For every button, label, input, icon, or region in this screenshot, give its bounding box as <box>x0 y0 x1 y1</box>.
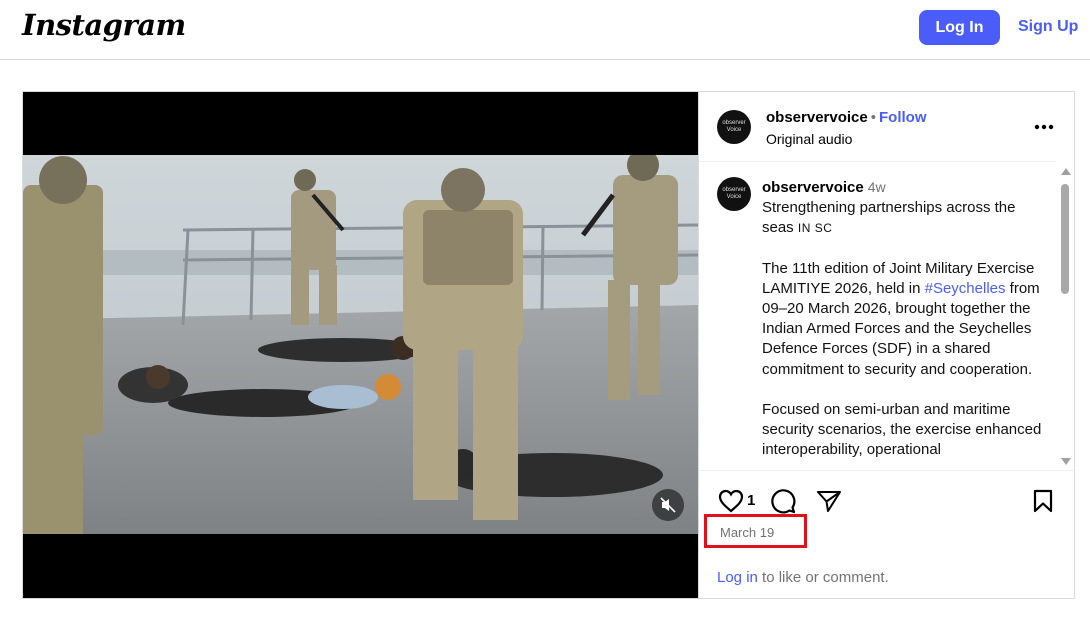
caption-avatar[interactable]: observer Voice <box>717 177 751 211</box>
scroll-up-arrow[interactable] <box>1061 168 1071 175</box>
audio-label[interactable]: Original audio <box>766 131 852 147</box>
caption-time: 4w <box>867 179 886 195</box>
signup-link[interactable]: Sign Up <box>1018 18 1078 36</box>
post-side-panel: observer Voice observervoice • Follow Orig… <box>698 92 1076 598</box>
date-highlight-box: March 19 <box>704 514 807 548</box>
post-actions: 1 March 19 Log in to like or comment. <box>699 470 1076 598</box>
post-header: observer Voice observervoice • Follow Orig… <box>699 92 1056 162</box>
video-frame[interactable] <box>23 155 698 534</box>
post-date[interactable]: March 19 <box>720 525 774 540</box>
more-horizontal-icon <box>1034 124 1054 130</box>
caption-text: observervoice 4w Strengthening partnershi… <box>762 177 1042 460</box>
hashtag-link[interactable]: #Seychelles <box>925 280 1006 297</box>
save-button[interactable] <box>1029 487 1057 515</box>
separator-dot: • <box>870 109 876 126</box>
speaker-muted-icon <box>660 497 676 513</box>
like-count[interactable]: 1 <box>747 492 755 509</box>
post-card: observer Voice observervoice • Follow Orig… <box>22 91 1076 599</box>
login-prompt-text: to like or comment. <box>757 569 889 586</box>
caption-paragraph-3: Focused on semi-urban and maritime secur… <box>762 400 1042 459</box>
more-options-button[interactable] <box>1032 117 1056 137</box>
login-button[interactable]: Log In <box>919 10 1000 45</box>
avatar[interactable]: observer Voice <box>717 110 751 144</box>
username-link[interactable]: observervoice <box>766 109 868 126</box>
caption-line1: Strengthening partnerships across the se… <box>762 198 1042 238</box>
heart-icon <box>718 489 744 513</box>
comment-button[interactable] <box>769 487 797 515</box>
header-name-row: observervoice • Follow <box>766 109 927 126</box>
bookmark-icon <box>1033 489 1053 513</box>
instagram-logo[interactable]: Instagram <box>22 8 186 42</box>
like-button[interactable] <box>717 487 745 515</box>
caption-paragraph-2: The 11th edition of Joint Military Exerc… <box>762 259 1042 380</box>
caption-first-line: observervoice 4w <box>762 177 1042 198</box>
share-button[interactable] <box>815 487 843 515</box>
mute-button[interactable] <box>652 489 684 521</box>
video-still-image <box>23 155 698 534</box>
paper-plane-icon <box>817 491 841 512</box>
caption-scrollbar[interactable] <box>1057 168 1073 468</box>
video-player[interactable] <box>23 92 698 598</box>
login-prompt: Log in to like or comment. <box>717 569 889 586</box>
comment-icon <box>771 489 796 514</box>
scroll-down-arrow[interactable] <box>1061 458 1071 465</box>
follow-button[interactable]: Follow <box>879 109 927 126</box>
login-link[interactable]: Log in <box>717 569 758 586</box>
caption-scroll-area[interactable]: observer Voice observervoice 4w Strengthe… <box>699 163 1076 469</box>
caption-line1-suffix: IN SC <box>797 221 833 236</box>
scroll-thumb[interactable] <box>1061 184 1069 294</box>
caption-username[interactable]: observervoice <box>762 179 864 196</box>
top-navigation-bar: Instagram Log In Sign Up <box>0 0 1090 60</box>
